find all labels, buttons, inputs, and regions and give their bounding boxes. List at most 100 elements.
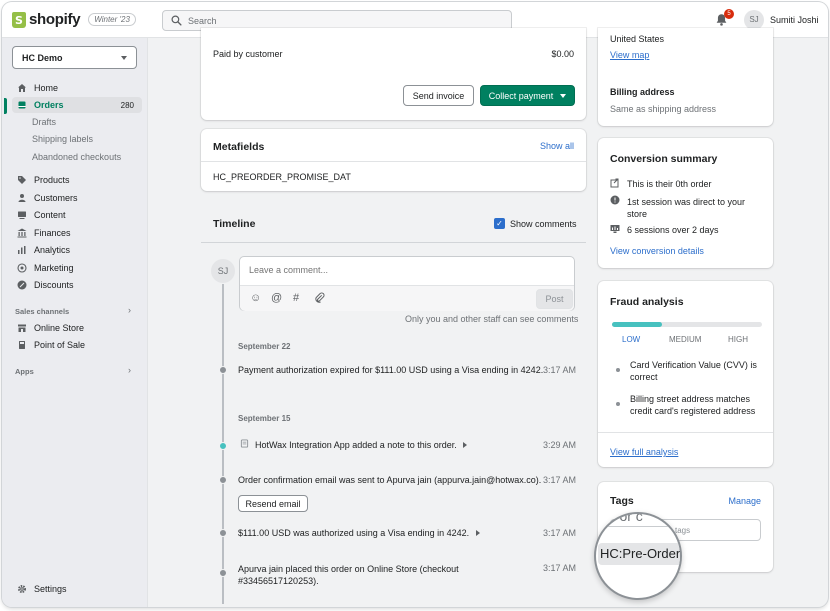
expand-caret-icon[interactable] <box>475 530 480 536</box>
sidebar-item-label: Finances <box>34 228 71 238</box>
expand-caret-icon[interactable] <box>463 442 468 448</box>
mention-icon[interactable]: @ <box>271 292 282 304</box>
store-selector[interactable]: HC Demo <box>12 46 137 69</box>
user-name[interactable]: Sumiti Joshi <box>770 15 819 25</box>
bar-chart-icon <box>16 244 28 256</box>
sidebar-item-products[interactable]: Products <box>12 172 142 188</box>
show-all-link[interactable]: Show all <box>540 141 574 151</box>
shopify-logo[interactable]: shopify Winter '23 <box>12 11 136 28</box>
conversion-summary-title: Conversion summary <box>610 153 718 165</box>
shopify-bag-icon <box>12 11 26 28</box>
sidebar-item-home[interactable]: Home <box>12 80 142 96</box>
shipping-country: United States <box>610 34 665 44</box>
notification-count-badge: 5 <box>724 9 734 19</box>
timeline-title: Timeline <box>213 218 256 230</box>
chevron-right-icon[interactable]: › <box>128 305 131 315</box>
comment-input[interactable] <box>249 265 549 275</box>
hashtag-icon[interactable]: # <box>293 292 299 304</box>
sidebar-subitem-shipping-labels[interactable]: Shipping labels <box>32 134 93 144</box>
sidebar-item-finances[interactable]: Finances <box>12 225 142 241</box>
timeline-dot <box>219 366 227 374</box>
sidebar-item-label: Home <box>34 83 59 93</box>
caret-down-icon <box>560 93 567 98</box>
fraud-check-line-2: credit card's registered address <box>630 406 756 416</box>
orders-count: 280 <box>120 100 134 110</box>
info-icon <box>610 195 620 207</box>
check-bullet <box>616 402 620 406</box>
timeline-event-text[interactable]: $111.00 USD was authorized using a Visa … <box>238 528 480 538</box>
metafield-value: HC_PREORDER_PROMISE_DAT <box>213 172 351 182</box>
post-button[interactable]: Post <box>536 289 573 309</box>
emoji-icon[interactable]: ☺ <box>250 292 261 304</box>
timeline-event-time: 3:17 AM <box>543 563 577 573</box>
sidebar-item-content[interactable]: Content <box>12 207 142 223</box>
metafields-card: Metafields Show all HC_PREORDER_PROMISE_… <box>201 129 586 191</box>
fraud-check-line-1: Card Verification Value (CVV) is <box>630 360 757 370</box>
sidebar-item-orders[interactable]: Orders 280 <box>12 97 142 113</box>
divider <box>201 161 586 162</box>
sidebar-item-label: Settings <box>34 584 67 594</box>
comment-avatar: SJ <box>211 259 235 283</box>
show-comments-checkbox[interactable]: ✓ <box>494 218 505 229</box>
risk-level-medium: MEDIUM <box>669 335 702 344</box>
chevron-right-icon[interactable]: › <box>128 365 131 375</box>
billing-address-title: Billing address <box>610 87 675 97</box>
tag-icon <box>16 174 28 186</box>
gear-icon <box>16 583 28 595</box>
storefront-icon <box>16 322 28 334</box>
sidebar-subitem-abandoned-checkouts[interactable]: Abandoned checkouts <box>32 152 121 162</box>
sidebar-item-customers[interactable]: Customers <box>12 190 142 206</box>
comment-box[interactable]: ☺ @ # Post <box>239 256 575 311</box>
paid-by-customer-label: Paid by customer <box>213 49 283 59</box>
sidebar-item-marketing[interactable]: Marketing <box>12 260 142 276</box>
notifications-button[interactable]: 5 <box>715 9 734 28</box>
view-conversion-details-link[interactable]: View conversion details <box>610 246 704 256</box>
app-note-icon <box>240 439 249 450</box>
resend-email-button[interactable]: Resend email <box>238 495 308 512</box>
view-map-link[interactable]: View map <box>610 50 649 60</box>
sidebar-subitem-drafts[interactable]: Drafts <box>32 117 56 127</box>
app-window: shopify Winter '23 5 SJ Sumiti Joshi HC … <box>2 2 828 607</box>
timeline-event-time: 3:17 AM <box>543 528 577 538</box>
user-avatar[interactable]: SJ <box>744 10 764 30</box>
active-indicator <box>4 98 7 114</box>
sidebar-item-label: Online Store <box>34 323 85 333</box>
sidebar-item-discounts[interactable]: Discounts <box>12 277 142 293</box>
sidebar-item-label: Products <box>34 175 70 185</box>
home-icon <box>16 82 28 94</box>
brand-name: shopify <box>29 11 81 28</box>
sidebar-item-point-of-sale[interactable]: Point of Sale <box>12 337 142 353</box>
view-full-analysis-link[interactable]: View full analysis <box>610 447 678 457</box>
timeline-event-line-2: #33456517120253). <box>238 576 319 586</box>
pos-icon <box>16 339 28 351</box>
sidebar-item-analytics[interactable]: Analytics <box>12 242 142 258</box>
paid-amount: $0.00 <box>551 49 574 59</box>
risk-meter-fill <box>612 322 662 327</box>
timeline-event-text[interactable]: HotWax Integration App added a note to t… <box>255 440 468 450</box>
conversion-item: 1st session was direct to your store <box>627 196 745 220</box>
attachment-icon[interactable] <box>314 292 325 305</box>
fraud-analysis-title: Fraud analysis <box>610 296 684 308</box>
conversion-item-line-1: 1st session was direct to your <box>627 197 746 207</box>
show-comments-label[interactable]: Show comments <box>510 219 577 229</box>
tags-input-placeholder: tags <box>675 526 691 535</box>
timeline-event-line-1: Apurva jain placed this order on Online … <box>238 564 459 574</box>
bank-icon <box>16 227 28 239</box>
fraud-analysis-card: Fraud analysis LOW MEDIUM HIGH Card Veri… <box>598 281 773 467</box>
sidebar-item-label: Marketing <box>34 263 74 273</box>
send-invoice-button[interactable]: Send invoice <box>403 85 474 106</box>
search-input[interactable] <box>188 15 488 26</box>
sidebar-item-label: Content <box>34 210 66 220</box>
sidebar-item-settings[interactable]: Settings <box>12 581 142 597</box>
sidebar: HC Demo Home Orders 280 Drafts Shipping … <box>2 38 148 607</box>
sidebar-item-online-store[interactable]: Online Store <box>12 320 142 336</box>
orders-icon <box>16 99 28 111</box>
collect-payment-button[interactable]: Collect payment <box>480 85 575 106</box>
discount-icon <box>16 279 28 291</box>
risk-meter <box>612 322 762 327</box>
address-card: United States View map Billing address S… <box>598 28 773 126</box>
timeline-date: September 22 <box>238 342 291 351</box>
manage-tags-link[interactable]: Manage <box>728 496 761 506</box>
payment-card: Paid by customer $0.00 Send invoice Coll… <box>201 28 586 120</box>
tag-chip-hc-pre-order[interactable]: HC:Pre-Order <box>598 543 680 565</box>
